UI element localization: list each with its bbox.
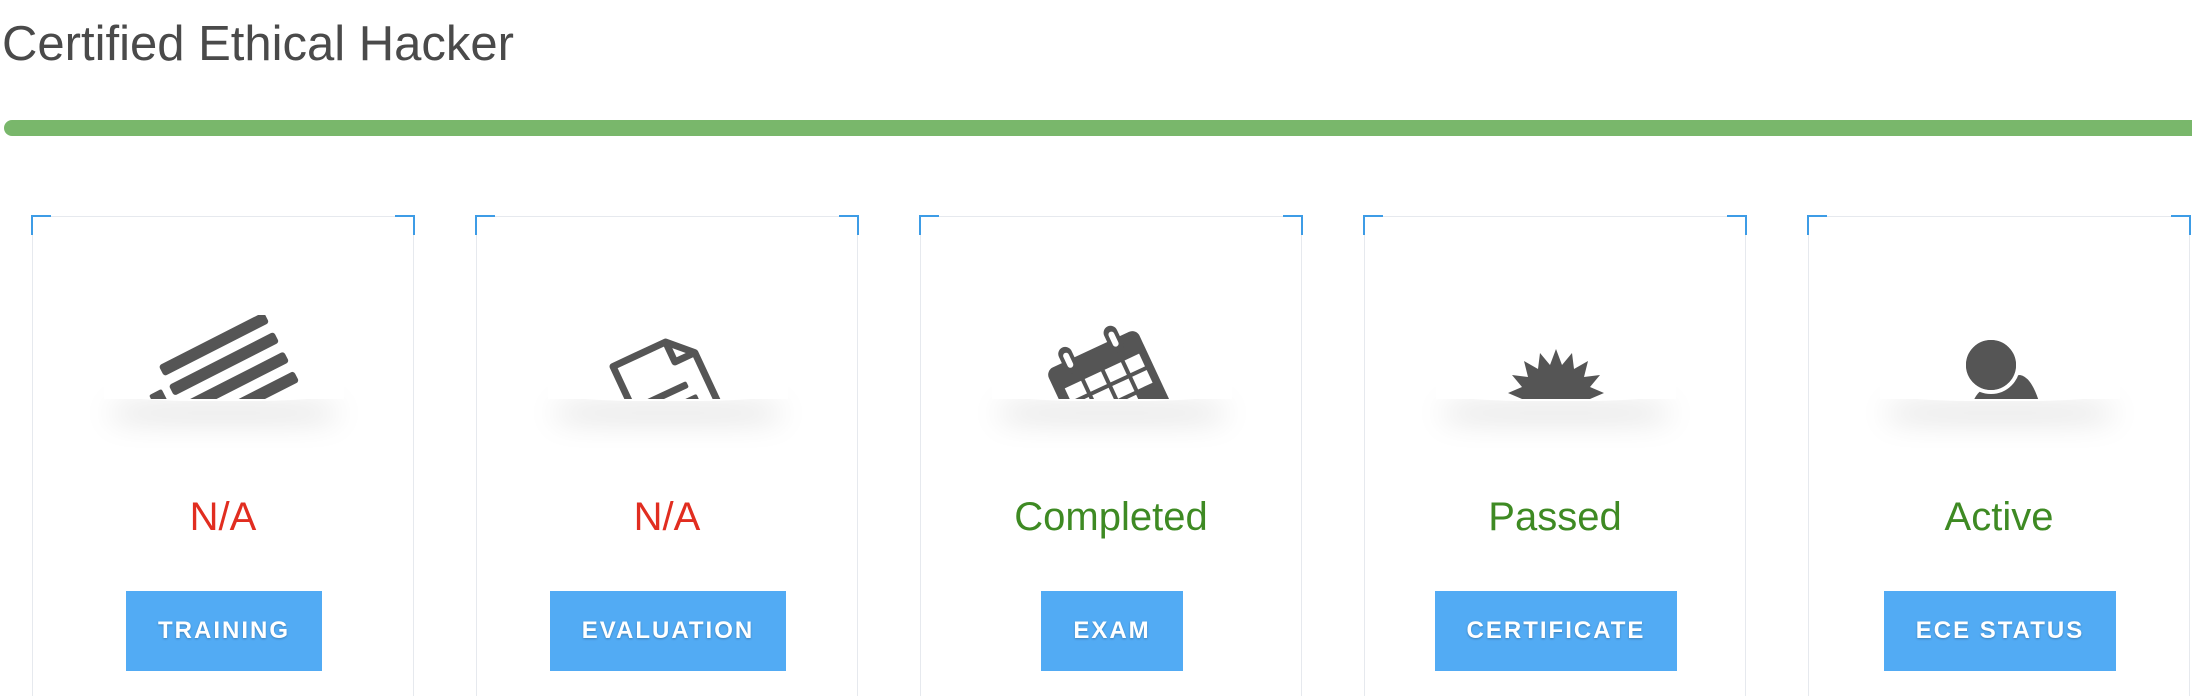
progress-bar [4, 120, 2192, 136]
certificate-button[interactable]: CERTIFICATE [1435, 591, 1677, 671]
status-text: Completed [1014, 495, 1208, 539]
status-text: N/A [189, 495, 257, 539]
status-text: N/A [633, 495, 701, 539]
card-training: N/A TRAINING [31, 215, 415, 696]
card-corner [919, 215, 939, 235]
badge-icon [1436, 315, 1676, 399]
user-icon [1880, 315, 2120, 399]
card-corner [2171, 215, 2191, 235]
card-corner [31, 215, 51, 235]
list-icon [104, 315, 344, 399]
card-evaluation: N/A EVALUATION [475, 215, 859, 696]
card-corner [1363, 215, 1383, 235]
card-certificate: Passed CERTIFICATE [1363, 215, 1747, 696]
status-text: Passed [1488, 495, 1622, 539]
card-ece-status: Active ECE STATUS [1807, 215, 2191, 696]
card-exam: Completed EXAM [919, 215, 1303, 696]
card-corner [1807, 215, 1827, 235]
status-text: Active [1944, 495, 2054, 539]
card-corner [1283, 215, 1303, 235]
training-button[interactable]: TRAINING [126, 591, 322, 671]
card-corner [1727, 215, 1747, 235]
card-corner [839, 215, 859, 235]
document-icon [548, 315, 788, 399]
page-title: Certified Ethical Hacker [2, 17, 514, 71]
ece-status-button[interactable]: ECE STATUS [1884, 591, 2116, 671]
card-corner [395, 215, 415, 235]
evaluation-button[interactable]: EVALUATION [550, 591, 786, 671]
calendar-icon [992, 315, 1232, 399]
status-cards: N/A TRAINING N/A EVALUATION Completed EX… [0, 215, 2192, 696]
exam-button[interactable]: EXAM [1041, 591, 1183, 671]
card-corner [475, 215, 495, 235]
